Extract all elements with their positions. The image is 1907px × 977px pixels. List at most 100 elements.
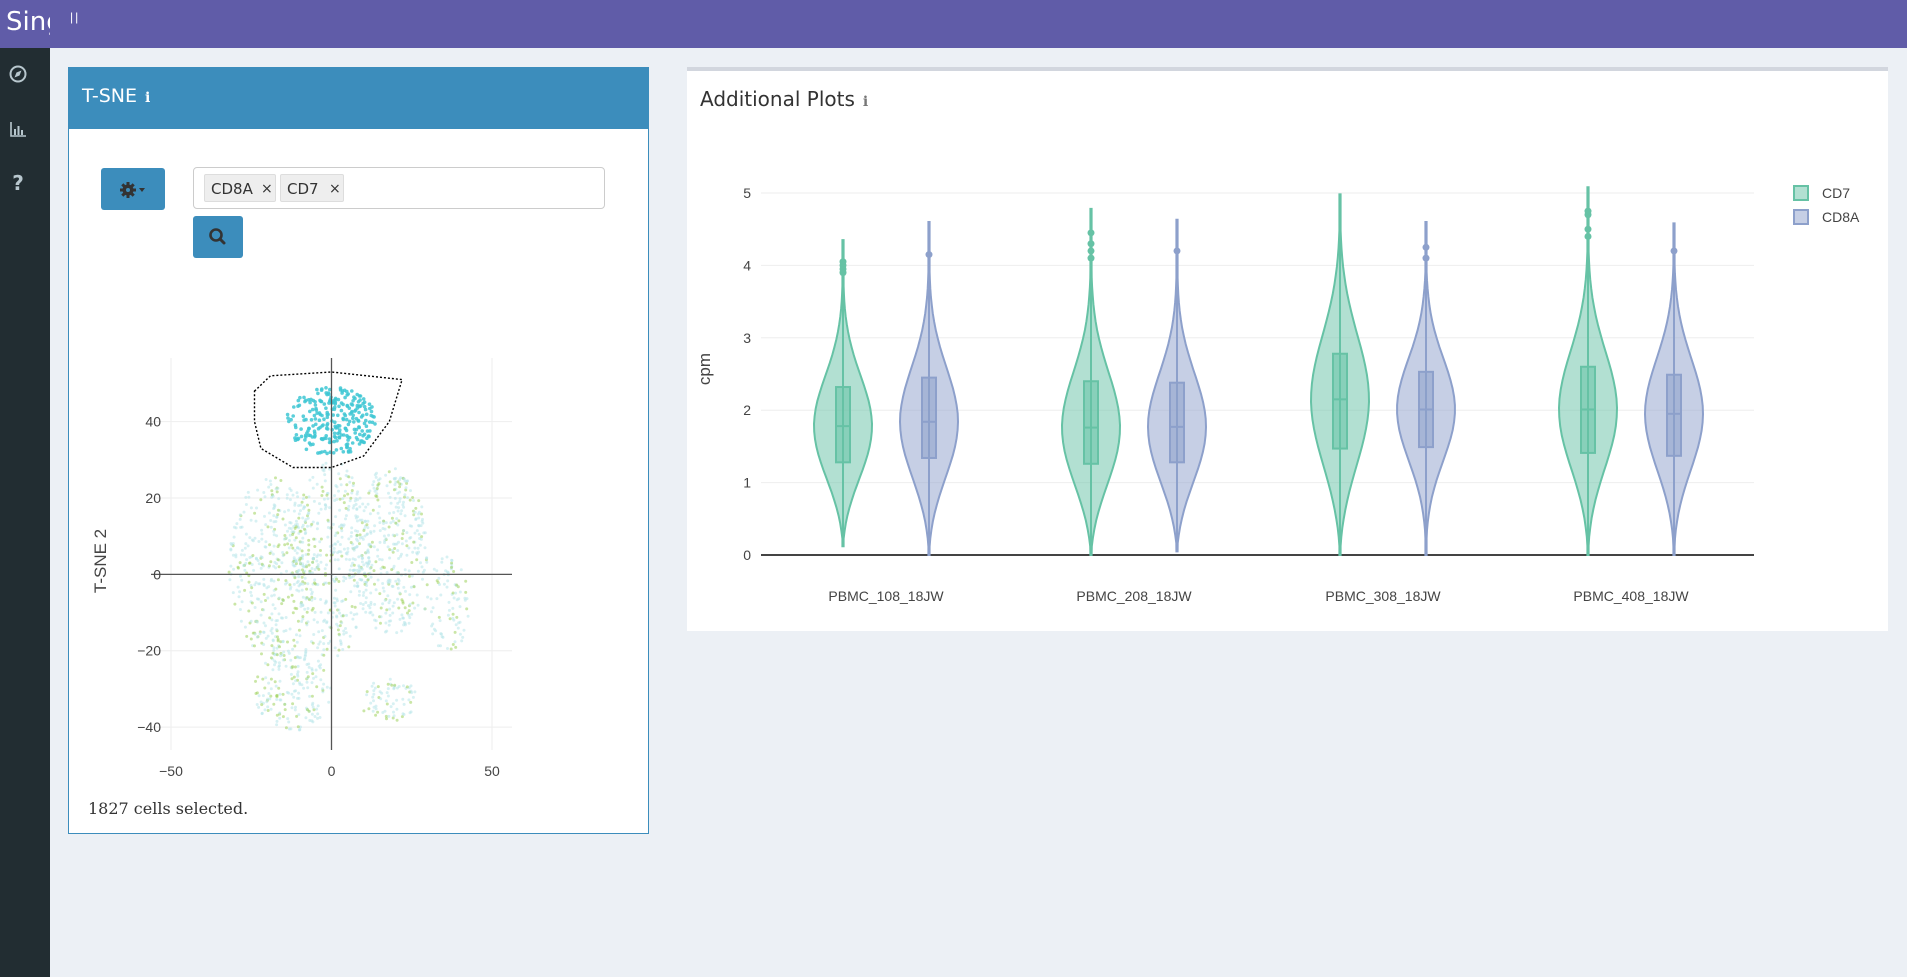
- scatter-point: [323, 449, 327, 454]
- scatter-point: [385, 608, 389, 612]
- scatter-point: [237, 595, 241, 599]
- scatter-point: [366, 502, 370, 506]
- scatter-point: [315, 387, 319, 392]
- sidebar-toggle-icon[interactable]: ||: [70, 10, 80, 24]
- scatter-point: [260, 528, 264, 532]
- scatter-point: [336, 628, 340, 632]
- scatter-point: [275, 562, 279, 566]
- search-button[interactable]: [193, 216, 243, 258]
- scatter-point: [246, 544, 250, 548]
- scatter-point: [322, 682, 326, 686]
- compass-icon[interactable]: [8, 64, 28, 84]
- remove-tag-icon[interactable]: ×: [329, 175, 341, 203]
- scatter-point: [463, 598, 467, 602]
- scatter-point: [324, 600, 328, 604]
- scatter-point: [273, 680, 277, 684]
- scatter-point: [382, 589, 386, 593]
- scatter-point: [291, 414, 295, 418]
- scatter-point: [333, 420, 337, 424]
- scatter-point: [274, 520, 278, 523]
- scatter-point: [402, 585, 406, 589]
- scatter-point: [435, 579, 439, 583]
- scatter-point: [260, 712, 264, 716]
- scatter-point: [342, 501, 346, 505]
- scatter-point: [297, 713, 301, 717]
- scatter-point: [345, 403, 350, 408]
- scatter-point: [288, 498, 292, 502]
- scatter-point: [274, 587, 278, 591]
- scatter-point: [296, 404, 300, 408]
- app-title[interactable]: SingleCell: [6, 6, 50, 38]
- scatter-point: [287, 691, 291, 695]
- scatter-point: [322, 619, 326, 623]
- scatter-point: [333, 604, 337, 608]
- bar-chart-icon[interactable]: [8, 119, 28, 139]
- scatter-point: [356, 498, 360, 502]
- scatter-point: [451, 612, 455, 616]
- scatter-point: [411, 496, 415, 499]
- scatter-point: [402, 477, 406, 481]
- scatter-point: [359, 602, 363, 605]
- scatter-point: [440, 560, 444, 564]
- scatter-point: [266, 525, 270, 529]
- scatter-point: [343, 489, 347, 493]
- scatter-point: [294, 519, 298, 523]
- scatter-point: [405, 553, 409, 557]
- scatter-point: [273, 607, 277, 610]
- scatter-point: [339, 433, 344, 437]
- question-icon[interactable]: ?: [8, 173, 28, 193]
- scatter-point: [269, 519, 273, 522]
- scatter-point: [262, 643, 266, 646]
- scatter-point: [274, 619, 278, 623]
- scatter-point: [316, 704, 320, 708]
- scatter-point: [371, 695, 375, 699]
- scatter-point: [333, 534, 337, 538]
- scatter-point: [378, 592, 382, 596]
- scatter-point: [297, 575, 301, 579]
- violin-plot[interactable]: 0 1 2 3 4 5 cpm PBMC_108_18JW PBMC_208_18JW PBMC_…: [687, 111, 1887, 631]
- scatter-point: [387, 714, 391, 718]
- scatter-point: [453, 640, 457, 644]
- scatter-point: [384, 630, 387, 634]
- scatter-point: [364, 505, 368, 509]
- scatter-point: [298, 561, 302, 565]
- scatter-point: [299, 434, 304, 439]
- scatter-point: [294, 560, 298, 564]
- scatter-point: [415, 529, 419, 533]
- info-icon[interactable]: i: [863, 94, 868, 110]
- scatter-point: [274, 623, 278, 627]
- scatter-point: [338, 477, 342, 481]
- scatter-point: [417, 516, 421, 520]
- scatter-point: [340, 621, 344, 625]
- scatter-point: [369, 701, 373, 705]
- scatter-point: [391, 604, 395, 608]
- scatter-point: [307, 433, 311, 437]
- scatter-point: [270, 612, 274, 616]
- scatter-point: [267, 585, 271, 589]
- tsne-scatter-plot[interactable]: −50 0 50 40 20 0 −20 −40 T-SNE 1 T-SNE 2: [85, 288, 555, 788]
- scatter-point: [299, 427, 303, 431]
- scatter-point: [351, 569, 355, 572]
- settings-dropdown-button[interactable]: [101, 168, 165, 210]
- scatter-point: [322, 497, 326, 501]
- scatter-point: [269, 687, 273, 691]
- scatter-point: [312, 676, 315, 680]
- scatter-point: [405, 531, 409, 535]
- x-tick-label: −50: [159, 763, 183, 779]
- gene-select-input[interactable]: CD8A × CD7 ×: [193, 167, 605, 209]
- scatter-point: [397, 606, 401, 610]
- scatter-point: [461, 635, 465, 639]
- scatter-point: [336, 558, 340, 562]
- scatter-point: [391, 533, 395, 537]
- scatter-point: [421, 577, 424, 581]
- scatter-point: [310, 590, 314, 594]
- remove-tag-icon[interactable]: ×: [261, 175, 273, 203]
- scatter-point: [264, 523, 268, 527]
- scatter-point: [234, 555, 238, 559]
- scatter-point: [297, 512, 301, 516]
- scatter-point: [397, 540, 400, 544]
- scatter-point: [388, 607, 392, 611]
- info-icon[interactable]: i: [145, 90, 150, 106]
- scatter-point: [344, 627, 347, 630]
- scatter-point: [269, 656, 273, 660]
